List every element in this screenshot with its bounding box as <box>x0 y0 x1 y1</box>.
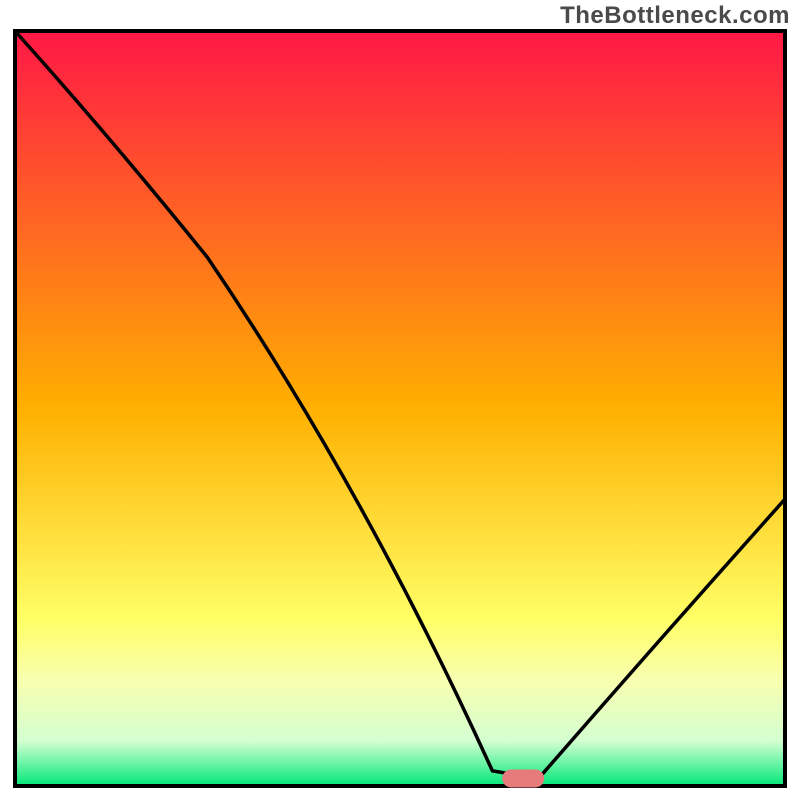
watermark-text: TheBottleneck.com <box>560 2 790 30</box>
plot-background <box>15 31 785 786</box>
bottleneck-chart: TheBottleneck.com <box>0 0 800 800</box>
chart-canvas <box>0 0 800 800</box>
optimal-marker <box>502 769 544 787</box>
